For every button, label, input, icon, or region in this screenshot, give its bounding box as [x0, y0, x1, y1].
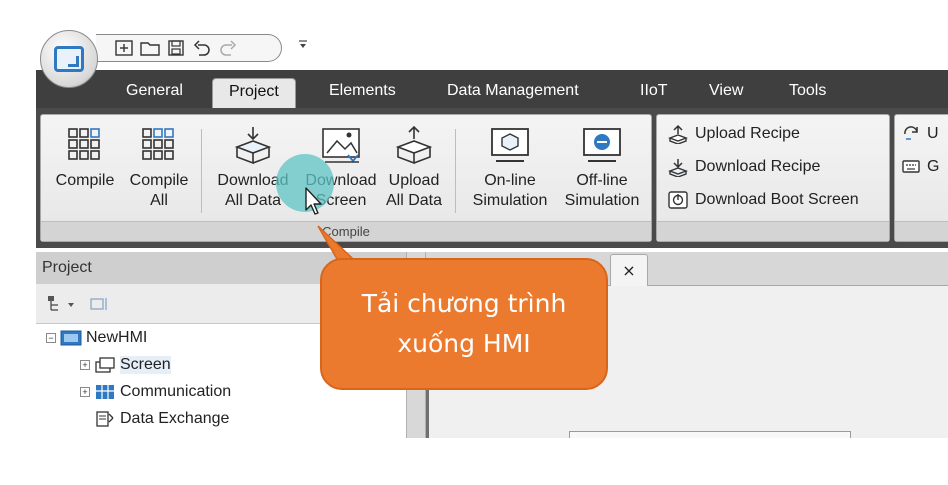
- tab-elements[interactable]: Elements: [329, 78, 396, 108]
- data-exchange-icon: [96, 411, 114, 427]
- hmi-icon: [60, 330, 82, 346]
- download-boot-screen-icon: [668, 191, 688, 209]
- tab-iiot[interactable]: IIoT: [640, 78, 668, 108]
- annotation-callout: Tải chương trình xuống HMI: [320, 258, 608, 390]
- collapse-icon[interactable]: [88, 294, 112, 318]
- tab-project[interactable]: Project: [212, 78, 296, 108]
- online-simulation-button[interactable]: On-line Simulation: [465, 121, 555, 219]
- tree-node-screen-label: Screen: [120, 356, 171, 374]
- tree-node-data-exchange-label: Data Exchange: [120, 410, 230, 427]
- upload-recipe-icon: [668, 124, 688, 144]
- callout-line-1: Tải chương trình: [361, 289, 567, 318]
- compile-all-label-1: Compile: [129, 172, 189, 189]
- download-all-data-icon: [234, 127, 272, 165]
- upload-recipe-label: Upload Recipe: [695, 125, 800, 142]
- screen-frame: [569, 431, 851, 438]
- upload-all-data-icon: [395, 125, 433, 165]
- compile-button[interactable]: Compile: [47, 121, 123, 219]
- tab-general[interactable]: General: [126, 78, 183, 108]
- download-recipe-button[interactable]: Download Recipe: [667, 154, 820, 180]
- upload-all-data-label-2: All Data: [385, 192, 443, 209]
- application-menu-button[interactable]: [40, 30, 98, 88]
- offline-simulation-icon: [583, 128, 621, 162]
- offline-simulation-label-2: Simulation: [564, 192, 640, 209]
- offline-simulation-button[interactable]: Off-line Simulation: [557, 121, 647, 219]
- ribbon-tab-bar: General Project Elements Data Management…: [36, 70, 948, 108]
- save-icon[interactable]: [166, 38, 186, 58]
- download-boot-screen-label: Download Boot Screen: [695, 191, 859, 208]
- tree-node-root-label: NewHMI: [86, 329, 148, 346]
- expand-toggle-icon[interactable]: +: [80, 360, 90, 370]
- compile-all-icon: [142, 128, 174, 160]
- download-screen-icon: [322, 128, 360, 163]
- separator: [455, 129, 456, 213]
- partial-item-u-label: U: [927, 125, 939, 142]
- online-simulation-label-2: Simulation: [472, 192, 548, 209]
- compile-icon: [68, 128, 100, 160]
- download-boot-screen-button[interactable]: Download Boot Screen: [667, 187, 859, 213]
- compile-all-button[interactable]: Compile All: [121, 121, 197, 219]
- separator: [201, 129, 202, 213]
- partial-group-footer: [895, 221, 948, 241]
- upload-all-data-label-1: Upload: [388, 172, 440, 189]
- offline-simulation-label-1: Off-line: [576, 172, 628, 189]
- open-folder-icon[interactable]: [140, 38, 160, 58]
- download-recipe-label: Download Recipe: [695, 158, 821, 175]
- partial-item-g-label: G: [927, 158, 940, 175]
- communication-icon: [96, 385, 114, 399]
- customize-quick-access-icon[interactable]: [298, 38, 308, 53]
- compile-label: Compile: [55, 172, 115, 189]
- quick-access-toolbar: [36, 26, 948, 70]
- tree-node-communication[interactable]: + Communication: [80, 381, 231, 403]
- tab-data-management[interactable]: Data Management: [447, 78, 579, 108]
- online-simulation-icon: [491, 128, 529, 162]
- ribbon: Compile Compile All Download All Data Do…: [36, 108, 948, 248]
- upload-recipe-button[interactable]: Upload Recipe: [667, 121, 800, 147]
- upload-all-data-button[interactable]: Upload All Data: [381, 121, 447, 219]
- compile-group: Compile Compile All Download All Data Do…: [40, 114, 652, 242]
- partial-group: U G: [894, 114, 948, 242]
- mouse-cursor-icon: [305, 187, 322, 215]
- partial-item-g[interactable]: G: [901, 154, 939, 180]
- callout-line-2: xuống HMI: [397, 329, 531, 358]
- tree-node-communication-label: Communication: [120, 383, 232, 400]
- recipe-group-footer: [657, 221, 889, 241]
- screen-icon: [95, 357, 115, 373]
- compile-all-label-2: All: [150, 192, 168, 209]
- tab-tools[interactable]: Tools: [789, 78, 826, 108]
- new-project-icon[interactable]: [114, 38, 134, 58]
- online-simulation-label-1: On-line: [484, 172, 536, 189]
- tree-view-icon[interactable]: [46, 294, 80, 318]
- expand-toggle-icon[interactable]: +: [80, 387, 90, 397]
- app-logo-icon: [54, 46, 84, 72]
- download-recipe-icon: [668, 159, 688, 177]
- partial-item-u[interactable]: U: [901, 121, 939, 147]
- undo-icon[interactable]: [192, 38, 212, 58]
- collapse-toggle-icon[interactable]: −: [46, 333, 56, 343]
- quick-access-strip: [96, 34, 282, 62]
- close-icon: ×: [622, 261, 636, 280]
- redo-icon[interactable]: [218, 38, 238, 58]
- document-tab-close-button[interactable]: ×: [610, 254, 648, 286]
- keyboard-icon: [902, 160, 920, 173]
- refresh-icon: [904, 126, 918, 140]
- tree-node-screen[interactable]: + Screen: [80, 354, 171, 376]
- tree-node-root[interactable]: − NewHMI: [46, 327, 147, 349]
- recipe-group: Upload Recipe Download Recipe Download B…: [656, 114, 890, 242]
- tab-view[interactable]: View: [709, 78, 743, 108]
- tree-node-data-exchange[interactable]: Data Exchange: [94, 408, 229, 430]
